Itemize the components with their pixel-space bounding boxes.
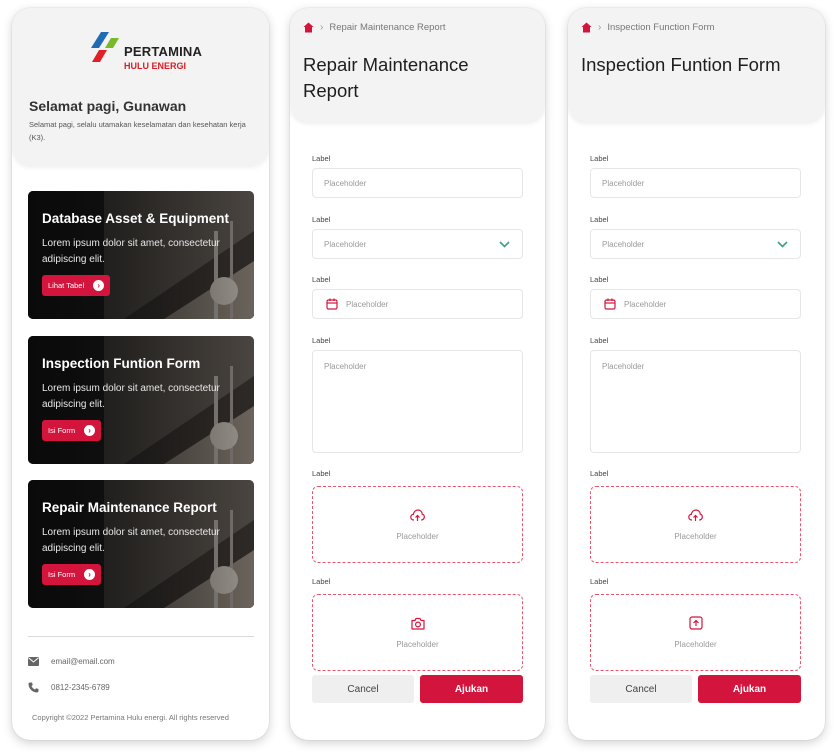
logo-subtitle: HULU ENERGI xyxy=(124,61,187,71)
date-placeholder: Placeholder xyxy=(346,299,389,309)
card-inspection-form[interactable]: Inspection Funtion Form Lorem ipsum dolo… xyxy=(28,336,254,464)
textarea-placeholder: Placeholder xyxy=(324,362,367,371)
field-label: Label xyxy=(312,215,331,224)
isi-form-button[interactable]: Isi Form › xyxy=(42,420,102,441)
greeting-title: Selamat pagi, Gunawan xyxy=(29,98,187,114)
submit-button[interactable]: Ajukan xyxy=(420,675,523,703)
field-label: Label xyxy=(312,577,331,586)
button-label: Lihat Tabel xyxy=(48,281,85,290)
breadcrumb-current: Repair Maintenance Report xyxy=(329,22,446,33)
form-header: › Inspection Function Form Inspection Fu… xyxy=(568,8,825,122)
image-upload-icon xyxy=(688,616,703,630)
upload-placeholder: Placeholder xyxy=(396,639,439,649)
button-label: Isi Form xyxy=(48,426,76,435)
isi-form-button[interactable]: Isi Form › xyxy=(42,564,102,585)
date-input[interactable]: Placeholder xyxy=(590,289,801,319)
select-dropdown[interactable]: Placeholder xyxy=(590,229,801,259)
repair-form-screen: › Repair Maintenance Report Repair Maint… xyxy=(290,8,545,740)
contact-email[interactable]: email@email.com xyxy=(28,656,115,667)
field-label: Label xyxy=(312,469,331,478)
chevron-down-icon xyxy=(777,240,788,248)
logo-name: PERTAMINA xyxy=(124,44,203,59)
textarea-placeholder: Placeholder xyxy=(602,362,645,371)
field-label: Label xyxy=(590,469,609,478)
card-title: Inspection Funtion Form xyxy=(42,356,201,371)
file-upload-dropzone[interactable]: Placeholder xyxy=(590,486,801,563)
cancel-button[interactable]: Cancel xyxy=(312,675,414,703)
field-label: Label xyxy=(312,275,331,284)
date-input[interactable]: Placeholder xyxy=(312,289,523,319)
card-database-asset[interactable]: Database Asset & Equipment Lorem ipsum d… xyxy=(28,191,254,319)
cancel-button[interactable]: Cancel xyxy=(590,675,692,703)
photo-upload-dropzone[interactable]: Placeholder xyxy=(312,594,523,671)
home-icon[interactable] xyxy=(581,22,592,33)
pertamina-logo-icon xyxy=(91,32,119,62)
input-placeholder: Placeholder xyxy=(324,178,367,188)
form-header: › Repair Maintenance Report Repair Maint… xyxy=(290,8,545,122)
phone-text: 0812-2345-6789 xyxy=(51,683,110,692)
date-placeholder: Placeholder xyxy=(624,299,667,309)
copyright-text: Copyright ©2022 Pertamina Hulu energi. A… xyxy=(32,713,229,722)
calendar-icon xyxy=(604,298,616,310)
chevron-down-icon xyxy=(499,240,510,248)
card-title: Repair Maintenance Report xyxy=(42,500,217,515)
inspection-form-screen: › Inspection Function Form Inspection Fu… xyxy=(568,8,825,740)
textarea[interactable]: Placeholder xyxy=(590,350,801,453)
select-placeholder: Placeholder xyxy=(324,239,367,249)
chevron-right-icon: › xyxy=(320,22,324,33)
divider xyxy=(28,636,254,637)
file-upload-dropzone[interactable]: Placeholder xyxy=(312,486,523,563)
card-title: Database Asset & Equipment xyxy=(42,211,230,226)
select-placeholder: Placeholder xyxy=(602,239,645,249)
upload-placeholder: Placeholder xyxy=(396,531,439,541)
arrow-right-icon: › xyxy=(84,425,96,436)
card-description: Lorem ipsum dolor sit amet, consectetur … xyxy=(42,383,220,410)
card-description: Lorem ipsum dolor sit amet, consectetur … xyxy=(42,527,220,554)
breadcrumb-current: Inspection Function Form xyxy=(607,22,715,33)
card-repair-report[interactable]: Repair Maintenance Report Lorem ipsum do… xyxy=(28,480,254,608)
phone-icon xyxy=(28,682,39,693)
camera-icon xyxy=(410,617,425,630)
text-input[interactable]: Placeholder xyxy=(312,168,523,198)
textarea[interactable]: Placeholder xyxy=(312,350,523,453)
contact-phone[interactable]: 0812-2345-6789 xyxy=(28,682,110,693)
field-label: Label xyxy=(590,336,609,345)
field-label: Label xyxy=(312,336,331,345)
page-title: Inspection Funtion Form xyxy=(581,54,781,75)
field-label: Label xyxy=(590,577,609,586)
page-title: Repair Maintenance Report xyxy=(303,54,469,101)
breadcrumb: › Repair Maintenance Report xyxy=(303,22,446,33)
breadcrumb: › Inspection Function Form xyxy=(581,22,715,33)
home-header: PERTAMINA HULU ENERGI Selamat pagi, Guna… xyxy=(12,8,269,166)
card-description: Lorem ipsum dolor sit amet, consectetur … xyxy=(42,238,220,265)
text-input[interactable]: Placeholder xyxy=(590,168,801,198)
field-label: Label xyxy=(590,275,609,284)
pertamina-logo: PERTAMINA HULU ENERGI xyxy=(87,32,207,78)
greeting-subtitle: Selamat pagi, selalu utamakan keselamata… xyxy=(29,120,246,142)
chevron-right-icon: › xyxy=(598,22,602,33)
email-text: email@email.com xyxy=(51,657,115,666)
image-upload-dropzone[interactable]: Placeholder xyxy=(590,594,801,671)
field-label: Label xyxy=(590,154,609,163)
arrow-right-icon: › xyxy=(93,280,105,291)
field-label: Label xyxy=(590,215,609,224)
field-label: Label xyxy=(312,154,331,163)
home-icon[interactable] xyxy=(303,22,314,33)
mail-icon xyxy=(28,656,39,667)
input-placeholder: Placeholder xyxy=(602,178,645,188)
home-screen: PERTAMINA HULU ENERGI Selamat pagi, Guna… xyxy=(12,8,269,740)
cloud-upload-icon xyxy=(688,508,703,521)
calendar-icon xyxy=(326,298,338,310)
submit-button[interactable]: Ajukan xyxy=(698,675,801,703)
upload-placeholder: Placeholder xyxy=(674,640,717,649)
button-label: Isi Form xyxy=(48,570,76,579)
cloud-upload-icon xyxy=(410,508,425,521)
upload-placeholder: Placeholder xyxy=(674,531,717,541)
select-dropdown[interactable]: Placeholder xyxy=(312,229,523,259)
lihat-tabel-button[interactable]: Lihat Tabel › xyxy=(42,275,111,296)
arrow-right-icon: › xyxy=(84,569,96,580)
